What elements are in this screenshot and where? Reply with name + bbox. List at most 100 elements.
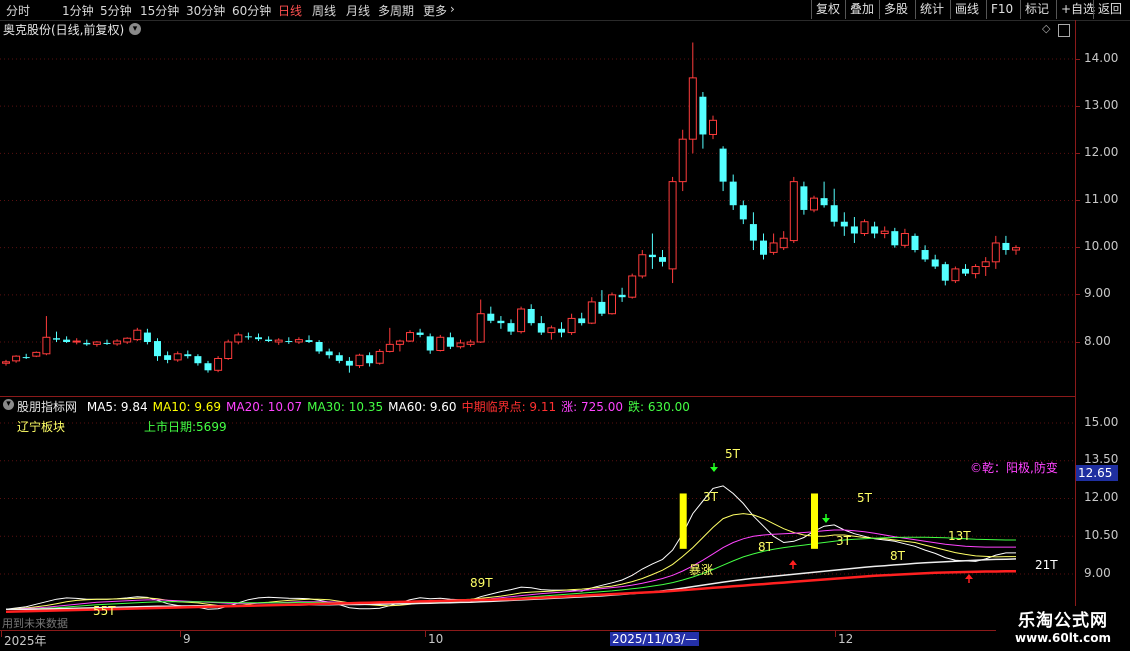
annotation-label: 21T bbox=[1035, 558, 1058, 572]
candle bbox=[860, 219, 869, 236]
candle bbox=[173, 351, 182, 362]
candle bbox=[164, 351, 172, 364]
series-line-MA20 bbox=[5, 529, 1016, 610]
candle bbox=[83, 339, 91, 346]
candle bbox=[638, 250, 647, 279]
toolbar-button-3[interactable]: 统计 bbox=[915, 0, 948, 19]
candle bbox=[255, 333, 262, 342]
candle bbox=[800, 181, 808, 215]
candle bbox=[184, 350, 192, 359]
candle bbox=[688, 42, 697, 154]
tick-mark bbox=[425, 631, 426, 637]
candle bbox=[32, 351, 41, 358]
candle bbox=[991, 235, 1000, 269]
candle bbox=[315, 340, 323, 354]
candle bbox=[92, 341, 101, 347]
candle bbox=[456, 339, 465, 349]
candle bbox=[558, 322, 565, 338]
candle bbox=[133, 327, 142, 342]
tick-mark bbox=[180, 631, 181, 637]
candle bbox=[366, 352, 374, 367]
annotation-label: 5T bbox=[725, 447, 741, 461]
indicator-tick: 10.50 bbox=[1084, 528, 1119, 542]
chevron-down-icon[interactable]: ▾ bbox=[3, 399, 14, 410]
candle bbox=[578, 312, 586, 326]
candle bbox=[224, 339, 233, 360]
chevron-right-icon[interactable]: › bbox=[450, 2, 455, 16]
candle bbox=[375, 349, 384, 365]
candle bbox=[305, 335, 313, 343]
price-axis: 14.00 13.00 12.00 11.00 10.00 9.00 8.00 15.00 13… bbox=[1075, 20, 1130, 630]
price-tick: 9.00 bbox=[1084, 286, 1111, 300]
period-0[interactable]: 分时 bbox=[6, 2, 30, 19]
toolbar-button-6[interactable]: 标记 bbox=[1020, 0, 1053, 19]
date-axis: 用到未来数据 2025年 9 10 2025/11/03/— 12 bbox=[0, 617, 1130, 651]
candle bbox=[274, 338, 283, 345]
candle bbox=[294, 337, 303, 344]
annotation-label: 8T bbox=[890, 549, 906, 563]
candle bbox=[497, 316, 505, 329]
tick-mark bbox=[1076, 59, 1080, 60]
annotation-label: 89T bbox=[470, 576, 493, 590]
legend-item: MA30: 10.35 bbox=[307, 400, 384, 414]
candle bbox=[951, 266, 960, 284]
period-10[interactable]: 更多 bbox=[423, 2, 447, 19]
indicator-tick: 9.00 bbox=[1084, 566, 1111, 580]
annotation-label: 3T bbox=[703, 490, 719, 504]
toolbar-button-4[interactable]: 画线 bbox=[950, 0, 983, 19]
candle bbox=[628, 273, 637, 299]
indicator-pane[interactable]: 5T 3T 5T 3T 8T 8T 13T 21T 89T 55T 暴涨 ▾ 股朋指标网 MA5: … bbox=[0, 397, 1075, 630]
candle bbox=[900, 228, 909, 248]
toolbar-button-8[interactable]: 返回 bbox=[1093, 0, 1126, 19]
period-6[interactable]: 日线 bbox=[278, 2, 302, 19]
period-1[interactable]: 1分钟 bbox=[62, 2, 94, 19]
period-5[interactable]: 60分钟 bbox=[232, 2, 271, 19]
candle bbox=[779, 231, 788, 251]
period-8[interactable]: 月线 bbox=[346, 2, 370, 19]
candle bbox=[1012, 245, 1020, 255]
period-4[interactable]: 30分钟 bbox=[186, 2, 225, 19]
candle bbox=[729, 174, 737, 210]
toolbar-button-2[interactable]: 多股 bbox=[879, 0, 912, 19]
annotation-label: 13T bbox=[948, 529, 971, 543]
date-label: 10 bbox=[428, 632, 444, 646]
period-9[interactable]: 多周期 bbox=[378, 2, 414, 19]
toolbar-button-1[interactable]: 叠加 bbox=[845, 0, 878, 19]
tick-mark bbox=[1076, 200, 1080, 201]
candle bbox=[820, 181, 828, 208]
candle bbox=[1002, 235, 1010, 255]
candle bbox=[871, 221, 879, 239]
candle bbox=[971, 264, 980, 279]
candlestick-pane[interactable]: 奥克股份(日线,前复权) ▾ ◇ bbox=[0, 20, 1075, 397]
watermark: 乐淘公式网 www.60lt.com bbox=[996, 606, 1130, 650]
price-tick: 8.00 bbox=[1084, 334, 1111, 348]
tick-mark bbox=[1076, 247, 1080, 248]
period-2[interactable]: 5分钟 bbox=[100, 2, 132, 19]
signal-bar bbox=[811, 493, 818, 549]
candle bbox=[446, 332, 454, 350]
annotation-label: 5T bbox=[857, 491, 873, 505]
candle bbox=[355, 353, 364, 368]
price-tick: 13.00 bbox=[1084, 98, 1119, 112]
candle bbox=[598, 290, 606, 317]
arrow-up-icon bbox=[789, 560, 797, 569]
price-tick: 12.00 bbox=[1084, 145, 1119, 159]
tick-mark bbox=[1076, 294, 1080, 295]
candle bbox=[668, 176, 677, 284]
candle bbox=[244, 332, 252, 340]
candle bbox=[981, 257, 990, 276]
arrow-up-icon bbox=[965, 574, 973, 583]
period-7[interactable]: 周线 bbox=[312, 2, 336, 19]
current-value-badge: 12.65 bbox=[1076, 465, 1118, 481]
legend-item: MA20: 10.07 bbox=[226, 400, 303, 414]
candle bbox=[789, 176, 798, 243]
candle bbox=[749, 212, 757, 251]
legend-item: 跌: 630.00 bbox=[628, 400, 690, 414]
toolbar-button-0[interactable]: 复权 bbox=[811, 0, 844, 19]
candle bbox=[699, 92, 707, 149]
toolbar-button-5[interactable]: F10 bbox=[986, 0, 1017, 19]
candle bbox=[911, 233, 919, 253]
period-3[interactable]: 15分钟 bbox=[140, 2, 179, 19]
indicator-legend: 股朋指标网 MA5: 9.84 MA10: 9.69 MA20: 10.07 MA30… bbox=[17, 398, 695, 415]
annotation-label: 3T bbox=[836, 534, 852, 548]
